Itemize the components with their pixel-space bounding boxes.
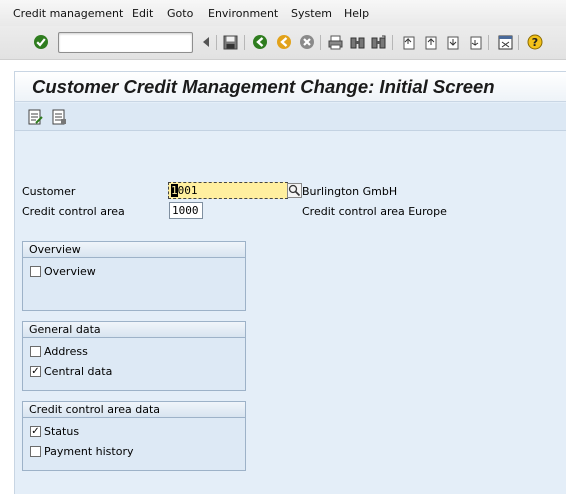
overview-group: Overview Overview — [22, 241, 246, 311]
checkbox-label: Status — [44, 425, 80, 438]
checkbox-payment-history[interactable]: Payment history — [30, 445, 134, 458]
checkbox-label: Central data — [44, 365, 113, 378]
general-data-group: General data Address ✓ Central data — [22, 321, 246, 391]
search-help-icon[interactable] — [287, 183, 302, 198]
find-icon[interactable] — [349, 34, 365, 50]
help-icon[interactable]: ? — [527, 34, 543, 50]
group-title: Overview — [23, 242, 245, 258]
menu-credit-management[interactable]: Credit management — [13, 7, 123, 20]
customer-input-text: 001 — [177, 184, 198, 197]
menu-environment[interactable]: Environment — [208, 7, 278, 20]
print-icon[interactable] — [327, 34, 343, 50]
page-title: Customer Credit Management Change: Initi… — [32, 76, 495, 97]
previous-page-icon[interactable] — [422, 34, 438, 50]
application-toolbar — [15, 103, 566, 131]
display-change-icon[interactable] — [27, 109, 43, 125]
next-page-icon[interactable] — [444, 34, 460, 50]
svg-text:?: ? — [532, 36, 538, 49]
checkbox-label: Address — [44, 345, 88, 358]
checkbox-box-checked[interactable]: ✓ — [30, 426, 41, 437]
checkbox-address[interactable]: Address — [30, 345, 88, 358]
checkbox-box[interactable] — [30, 446, 41, 457]
checkbox-box[interactable] — [30, 346, 41, 357]
toolbar-separator — [320, 35, 321, 50]
text-cursor: 1 — [171, 184, 178, 197]
credit-control-area-name: Credit control area Europe — [302, 205, 447, 218]
credit-control-area-label: Credit control area — [22, 205, 125, 218]
save-icon[interactable] — [222, 34, 238, 50]
customer-label: Customer — [22, 185, 76, 198]
cancel-icon[interactable] — [299, 34, 315, 50]
checkbox-overview[interactable]: Overview — [30, 265, 96, 278]
checkbox-box-checked[interactable]: ✓ — [30, 366, 41, 377]
toolbar-separator — [244, 35, 245, 50]
find-next-icon[interactable] — [370, 34, 386, 50]
menu-goto[interactable]: Goto — [167, 7, 193, 20]
standard-toolbar: ? — [0, 26, 566, 60]
toolbar-separator — [488, 35, 489, 50]
checkbox-status[interactable]: ✓ Status — [30, 425, 79, 438]
exit-icon[interactable] — [276, 34, 292, 50]
menu-bar: Credit management Edit Goto Environment … — [0, 0, 566, 26]
customer-input[interactable]: 1001 — [168, 182, 288, 199]
layout-menu-icon[interactable] — [497, 34, 513, 50]
enter-check-icon[interactable] — [33, 34, 49, 50]
checkbox-central-data[interactable]: ✓ Central data — [30, 365, 112, 378]
credit-control-area-data-group: Credit control area data ✓ Status Paymen… — [22, 401, 246, 471]
menu-system[interactable]: System — [291, 7, 332, 20]
toolbar-separator — [392, 35, 393, 50]
checkbox-box[interactable] — [30, 266, 41, 277]
checkbox-label: Payment history — [44, 445, 134, 458]
document-icon[interactable] — [51, 109, 67, 125]
first-page-icon[interactable] — [400, 34, 416, 50]
back-icon[interactable] — [252, 34, 268, 50]
toolbar-separator — [216, 35, 217, 50]
credit-control-area-input[interactable]: 1000 — [169, 202, 203, 219]
customer-name: Burlington GmbH — [302, 185, 398, 198]
menu-help[interactable]: Help — [344, 7, 369, 20]
menu-edit[interactable]: Edit — [132, 7, 153, 20]
checkbox-label: Overview — [44, 265, 96, 278]
group-title: Credit control area data — [23, 402, 245, 418]
group-title: General data — [23, 322, 245, 338]
title-bar: Customer Credit Management Change: Initi… — [15, 72, 566, 102]
expand-command-field-icon[interactable] — [198, 34, 214, 50]
toolbar-separator — [518, 35, 519, 50]
last-page-icon[interactable] — [467, 34, 483, 50]
command-field[interactable] — [58, 32, 193, 53]
